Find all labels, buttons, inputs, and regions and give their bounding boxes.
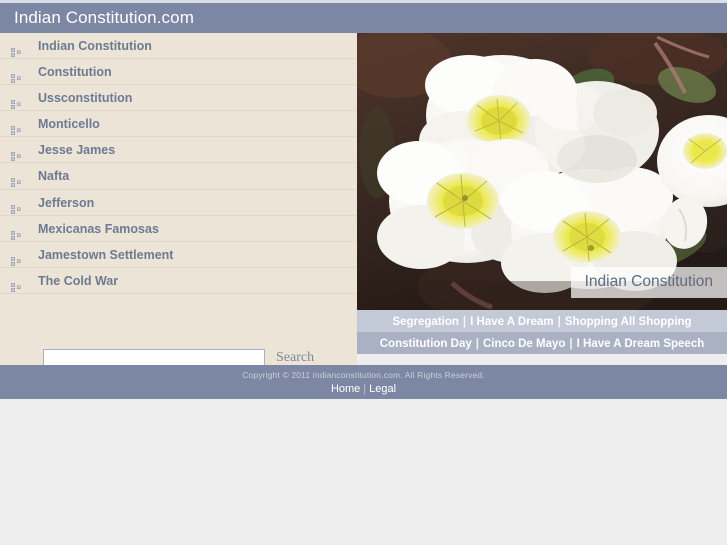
sidebar-item-label: Jefferson bbox=[38, 195, 95, 210]
hero-image: Indian Constitution bbox=[357, 33, 727, 310]
bottom-nav-link-i-have-a-dream[interactable]: I Have A Dream bbox=[470, 316, 554, 328]
squares-bullet-icon bbox=[11, 224, 22, 240]
nav-separator: | bbox=[475, 338, 479, 350]
copyright-text: Copyright © 2011 indianconstitution.com.… bbox=[242, 370, 485, 380]
bottom-nav-row-2: Constitution Day | Cinco De Mayo | I Have A … bbox=[357, 332, 727, 354]
search-button[interactable]: Search bbox=[276, 350, 314, 366]
footer-link-home[interactable]: Home bbox=[331, 383, 360, 395]
hero-caption: Indian Constitution bbox=[570, 267, 727, 298]
site-header: Indian Constitution.com bbox=[0, 0, 727, 33]
sidebar-item-jamestown-settlement[interactable]: Jamestown Settlement bbox=[0, 242, 357, 268]
sidebar-item-label: Ussconstitution bbox=[38, 91, 133, 106]
sidebar-item-indian-constitution[interactable]: Indian Constitution bbox=[0, 33, 357, 60]
squares-bullet-icon bbox=[11, 198, 22, 214]
sidebar-item-label: Indian Constitution bbox=[38, 39, 152, 53]
bottom-nav-link-shopping-all-shopping[interactable]: Shopping All Shopping bbox=[565, 316, 692, 328]
sidebar-item-jesse-james[interactable]: Jesse James bbox=[0, 137, 357, 164]
squares-bullet-icon bbox=[11, 119, 22, 136]
sidebar-item-nafta[interactable]: Nafta bbox=[0, 163, 357, 190]
squares-bullet-icon bbox=[11, 276, 22, 292]
sidebar-item-label: Monticello bbox=[38, 117, 100, 132]
site-title: Indian Constitution.com bbox=[14, 8, 194, 27]
nav-separator: | bbox=[569, 338, 573, 350]
page-root: Indian Constitution.com Indian Constitut… bbox=[0, 0, 727, 545]
sidebar: Indian Constitution Constitution Ussconsti… bbox=[0, 33, 357, 369]
sidebar-item-jefferson[interactable]: Jefferson bbox=[0, 190, 357, 216]
bottom-nav-link-i-have-a-dream-speech[interactable]: I Have A Dream Speech bbox=[577, 338, 705, 350]
search-area: Search bbox=[0, 309, 357, 369]
footer-separator: | bbox=[363, 383, 367, 395]
squares-bullet-icon bbox=[11, 145, 22, 162]
bottom-nav-link-cinco-de-mayo[interactable]: Cinco De Mayo bbox=[483, 338, 565, 350]
squares-bullet-icon bbox=[11, 171, 22, 188]
bottom-nav-link-constitution-day[interactable]: Constitution Day bbox=[380, 338, 472, 350]
sidebar-item-constitution[interactable]: Constitution bbox=[0, 59, 357, 86]
footer-links: Home | Legal bbox=[0, 380, 727, 395]
main-content: Indian Constitution Constitution Ussconsti… bbox=[0, 33, 727, 369]
sidebar-item-mexicanas-famosas[interactable]: Mexicanas Famosas bbox=[0, 216, 357, 242]
sidebar-item-monticello[interactable]: Monticello bbox=[0, 111, 357, 138]
sidebar-nav-list: Indian Constitution Constitution Ussconsti… bbox=[0, 33, 357, 294]
sidebar-item-label: Jesse James bbox=[38, 143, 116, 158]
footer-link-legal[interactable]: Legal bbox=[369, 383, 396, 395]
page-background-below-fold bbox=[0, 399, 727, 545]
sidebar-item-ussconstitution[interactable]: Ussconstitution bbox=[0, 85, 357, 112]
sidebar-item-the-cold-war[interactable]: The Cold War bbox=[0, 268, 357, 294]
sidebar-item-label: Mexicanas Famosas bbox=[38, 221, 159, 236]
sidebar-item-label: Jamestown Settlement bbox=[38, 247, 174, 262]
sidebar-item-label: Nafta bbox=[38, 169, 70, 184]
nav-separator: | bbox=[557, 316, 561, 328]
squares-bullet-icon bbox=[11, 250, 22, 266]
squares-bullet-icon bbox=[11, 93, 22, 110]
site-footer: Copyright © 2011 indianconstitution.com.… bbox=[0, 365, 727, 399]
bottom-nav-link-segregation[interactable]: Segregation bbox=[392, 316, 458, 328]
bottom-nav-row-1: Segregation | I Have A Dream | Shopping All … bbox=[357, 310, 727, 332]
sidebar-item-label: The Cold War bbox=[38, 273, 119, 288]
squares-bullet-icon bbox=[11, 67, 22, 84]
squares-bullet-icon bbox=[11, 41, 22, 57]
sidebar-item-label: Constitution bbox=[38, 65, 112, 80]
nav-separator: | bbox=[462, 316, 467, 328]
